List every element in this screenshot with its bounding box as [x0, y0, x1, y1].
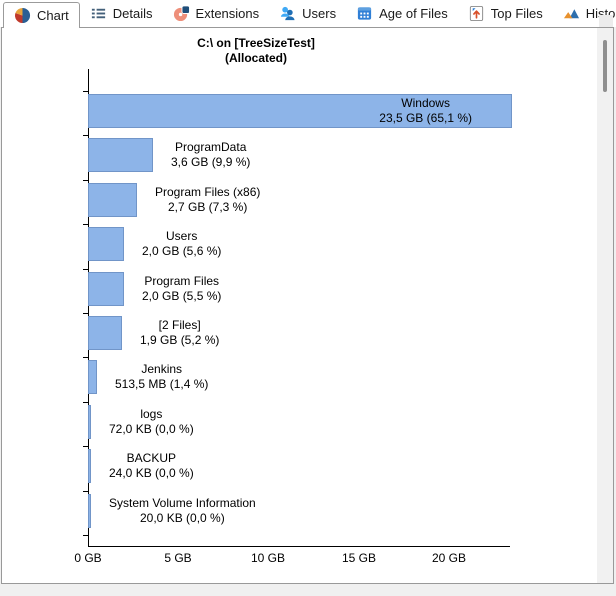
tab-label: Chart — [37, 8, 69, 23]
bar-program-files[interactable] — [88, 272, 124, 306]
bar-label: Users2,0 GB (5,6 %) — [142, 229, 221, 259]
tab-extensions[interactable]: Extensions — [163, 0, 270, 27]
x-axis-line — [88, 546, 510, 547]
bar-label: Jenkins513,5 MB (1,4 %) — [115, 362, 208, 392]
y-axis-tick — [83, 491, 88, 492]
x-axis-tick-label: 10 GB — [233, 551, 303, 565]
calendar-icon — [356, 5, 373, 22]
tab-chart[interactable]: Chart — [3, 2, 80, 28]
tab-age-of-files[interactable]: Age of Files — [346, 0, 458, 27]
tab-label: Age of Files — [379, 6, 448, 21]
scrollbar-thumb[interactable] — [603, 40, 607, 92]
x-axis-tick-label: 15 GB — [324, 551, 394, 565]
y-axis-tick — [83, 180, 88, 181]
y-axis-tick — [83, 446, 88, 447]
bar-program-files-x86[interactable] — [88, 183, 137, 217]
vertical-scrollbar[interactable] — [597, 28, 613, 583]
bar-label: Windows23,5 GB (65,1 %) — [379, 96, 472, 126]
x-axis-tick-label: 0 GB — [53, 551, 123, 565]
bar-2-files[interactable] — [88, 316, 122, 350]
treesize-chart-view: Chart Details — [0, 0, 616, 596]
top-files-icon — [468, 5, 485, 22]
chart-title-line2: (Allocated) — [106, 51, 406, 66]
history-icon — [563, 5, 580, 22]
tab-label: Top Files — [491, 6, 543, 21]
x-axis-tick-label: 20 GB — [414, 551, 484, 565]
y-axis-tick — [83, 269, 88, 270]
tab-label: Details — [113, 6, 153, 21]
bar-users[interactable] — [88, 227, 124, 261]
bar-programdata[interactable] — [88, 138, 153, 172]
bar-label: logs72,0 KB (0,0 %) — [109, 407, 194, 437]
bar-jenkins[interactable] — [88, 360, 97, 394]
chart-title: C:\ on [TreeSizeTest] (Allocated) — [106, 36, 406, 66]
x-axis-tick-label: 5 GB — [143, 551, 213, 565]
bar-backup[interactable] — [88, 449, 91, 483]
users-icon — [279, 5, 296, 22]
bar-logs[interactable] — [88, 405, 91, 439]
tab-top-files[interactable]: Top Files — [458, 0, 553, 27]
bar-label: ProgramData3,6 GB (9,9 %) — [171, 140, 250, 170]
y-axis-tick — [83, 535, 88, 536]
tab-label: Extensions — [196, 6, 260, 21]
allocated-bar-chart: C:\ on [TreeSizeTest] (Allocated) Window… — [2, 28, 613, 583]
extensions-icon — [173, 5, 190, 22]
tab-strip-corner — [599, 15, 613, 27]
y-axis-tick — [83, 402, 88, 403]
tab-bar: Chart Details — [0, 0, 616, 27]
chart-panel: C:\ on [TreeSizeTest] (Allocated) Window… — [1, 27, 614, 584]
bar-label: [2 Files]1,9 GB (5,2 %) — [140, 318, 219, 348]
bar-label: BACKUP24,0 KB (0,0 %) — [109, 451, 194, 481]
bar-system-volume-information[interactable] — [88, 494, 91, 528]
y-axis-tick — [83, 224, 88, 225]
y-axis-tick — [83, 135, 88, 136]
pie-chart-icon — [14, 7, 31, 24]
y-axis-tick — [83, 313, 88, 314]
y-axis-tick — [83, 91, 88, 92]
tab-details[interactable]: Details — [80, 0, 163, 27]
tab-label: Users — [302, 6, 336, 21]
chart-title-line1: C:\ on [TreeSizeTest] — [106, 36, 406, 51]
bar-label: Program Files (x86)2,7 GB (7,3 %) — [155, 185, 260, 215]
y-axis-tick — [83, 357, 88, 358]
details-list-icon — [90, 5, 107, 22]
bar-label: System Volume Information20,0 KB (0,0 %) — [109, 496, 256, 526]
bar-label: Program Files2,0 GB (5,5 %) — [142, 274, 221, 304]
tab-users[interactable]: Users — [269, 0, 346, 27]
